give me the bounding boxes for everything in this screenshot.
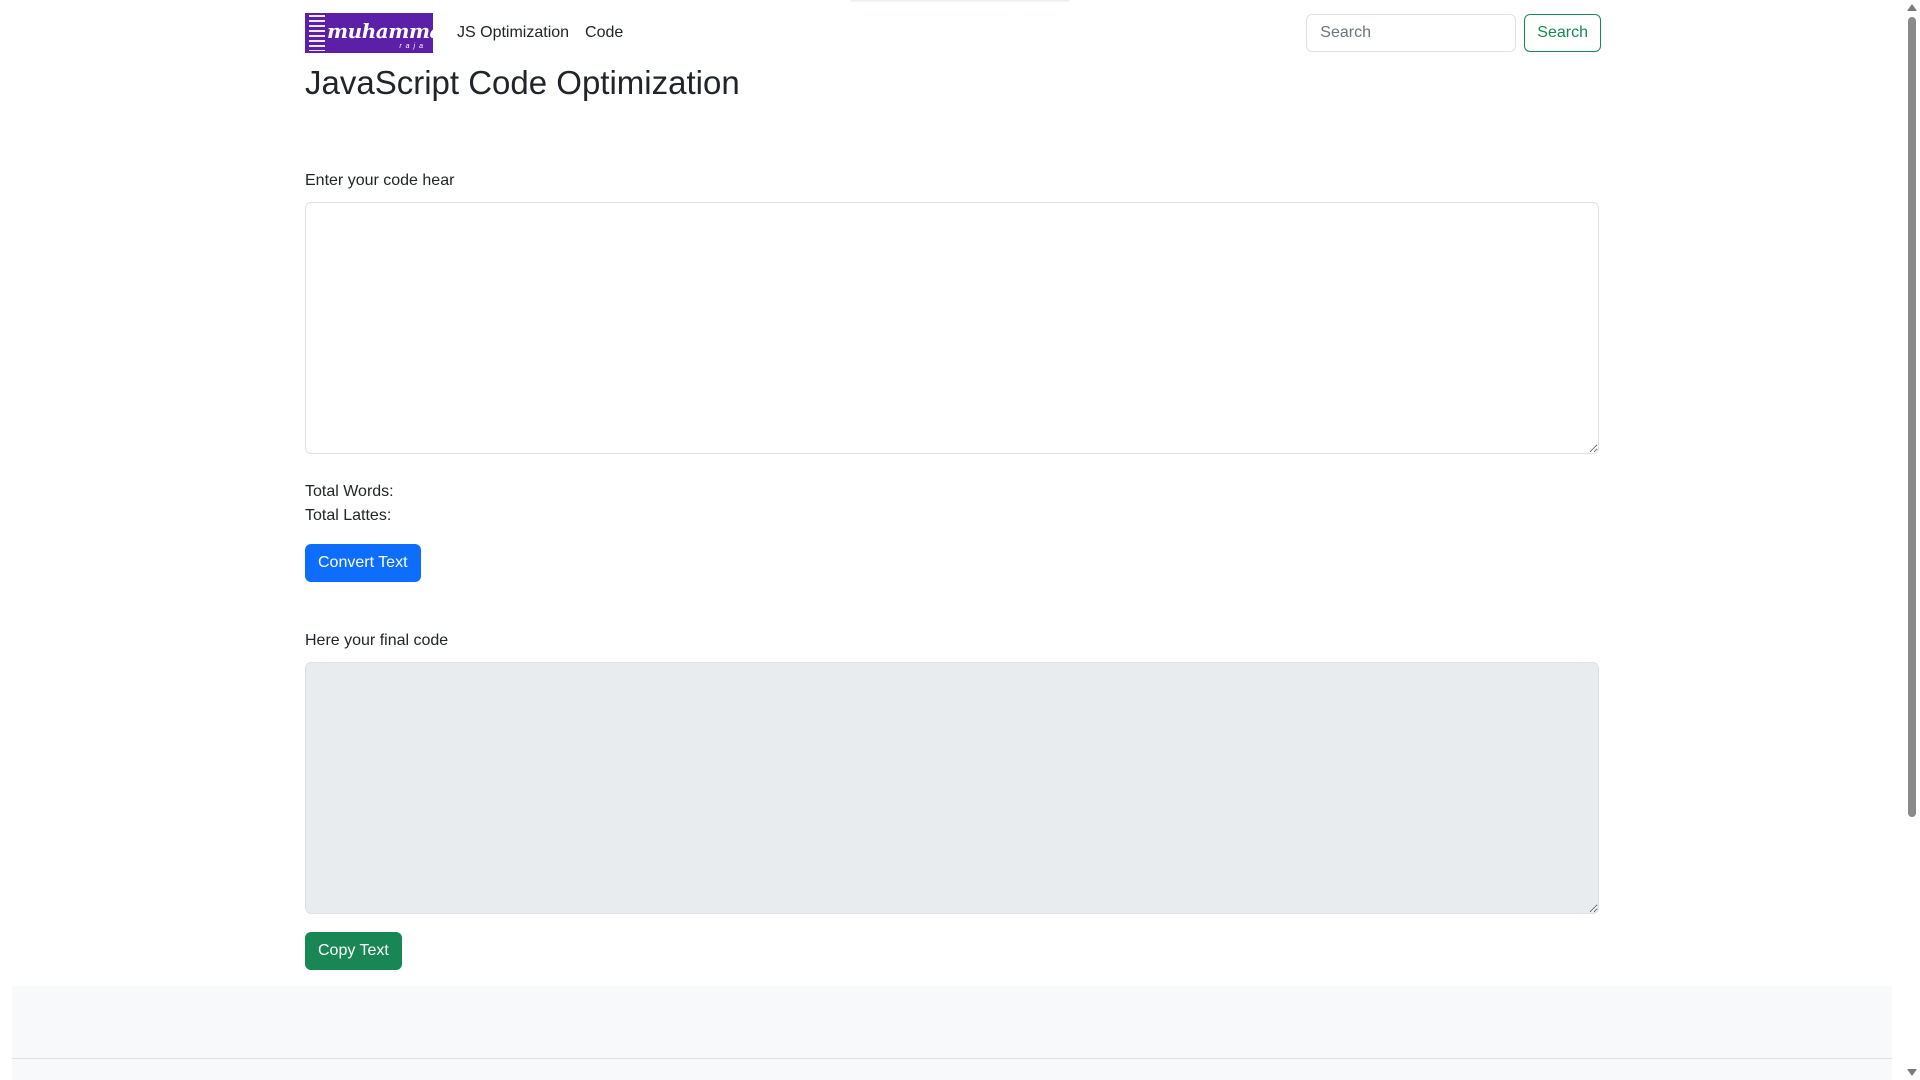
code-input-label: Enter your code hear xyxy=(305,172,455,189)
search-input[interactable] xyxy=(1306,14,1517,52)
brand-logo-subtext: raja xyxy=(399,43,427,50)
search-form: Search xyxy=(1306,14,1601,52)
top-edge-shadow xyxy=(850,0,1070,3)
convert-text-button[interactable]: Convert Text xyxy=(305,544,421,582)
final-code-textarea[interactable] xyxy=(305,662,1599,914)
search-button[interactable]: Search xyxy=(1524,14,1601,52)
scroll-up-arrow-icon[interactable] xyxy=(1907,4,1917,11)
nav-links: JS Optimization Code xyxy=(449,16,631,50)
vertical-scrollbar[interactable] xyxy=(1903,0,1920,1080)
total-words-label: Total Words: xyxy=(305,483,394,500)
brand-logo[interactable]: muhammad raja xyxy=(305,13,433,53)
scroll-down-arrow-icon[interactable] xyxy=(1907,1069,1917,1076)
final-code-label: Here your final code xyxy=(305,632,449,649)
navbar: muhammad raja JS Optimization Code Searc… xyxy=(305,13,1601,53)
nav-link-js-optimization[interactable]: JS Optimization xyxy=(449,16,577,50)
scrollbar-thumb[interactable] xyxy=(1908,17,1916,817)
nav-link-code[interactable]: Code xyxy=(577,16,631,50)
footer xyxy=(12,986,1892,1080)
total-letters-label: Total Lattes: xyxy=(305,507,392,524)
page: muhammad raja JS Optimization Code Searc… xyxy=(0,0,1920,1080)
copy-text-button[interactable]: Copy Text xyxy=(305,932,402,970)
brand-logo-text: muhammad xyxy=(327,19,433,43)
brand-logo-icon xyxy=(309,15,325,51)
page-title: JavaScript Code Optimization xyxy=(305,64,740,101)
footer-divider xyxy=(12,1058,1892,1059)
code-input-textarea[interactable] xyxy=(305,202,1599,454)
